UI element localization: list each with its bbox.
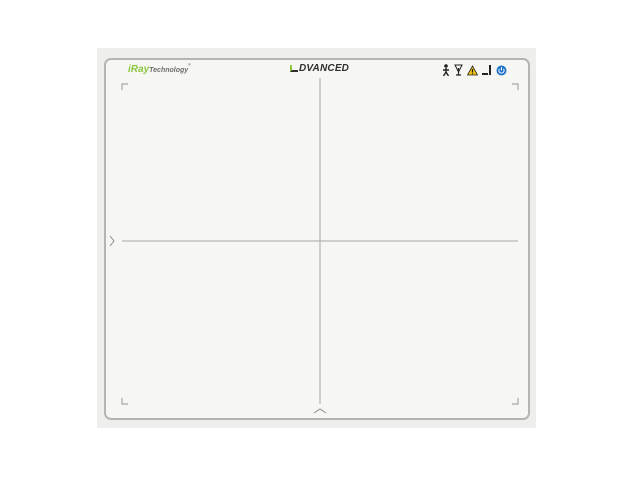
info-icon — [482, 65, 491, 75]
brand-logo-ray: Ray — [130, 64, 150, 75]
brand-logo: iRayTechnology ® — [128, 62, 191, 77]
safety-symbols — [442, 63, 507, 77]
model-label-text: DVANCED — [299, 63, 350, 74]
corner-bracket-bottom-right — [512, 398, 519, 405]
power-icon — [496, 65, 507, 75]
chevron-right-icon — [109, 235, 115, 247]
corner-bracket-top-left — [121, 83, 128, 90]
model-logo-mark — [290, 65, 298, 72]
electrostatic-icon — [454, 64, 463, 76]
warning-icon — [467, 64, 478, 75]
brand-logo-technology: Technology — [149, 67, 189, 74]
registered-mark: ® — [188, 62, 191, 67]
person-icon — [442, 64, 450, 76]
model-label: DVANCED — [290, 63, 349, 75]
corner-bracket-top-right — [512, 83, 519, 90]
chevron-up-icon — [313, 408, 327, 414]
corner-bracket-bottom-left — [121, 398, 128, 405]
